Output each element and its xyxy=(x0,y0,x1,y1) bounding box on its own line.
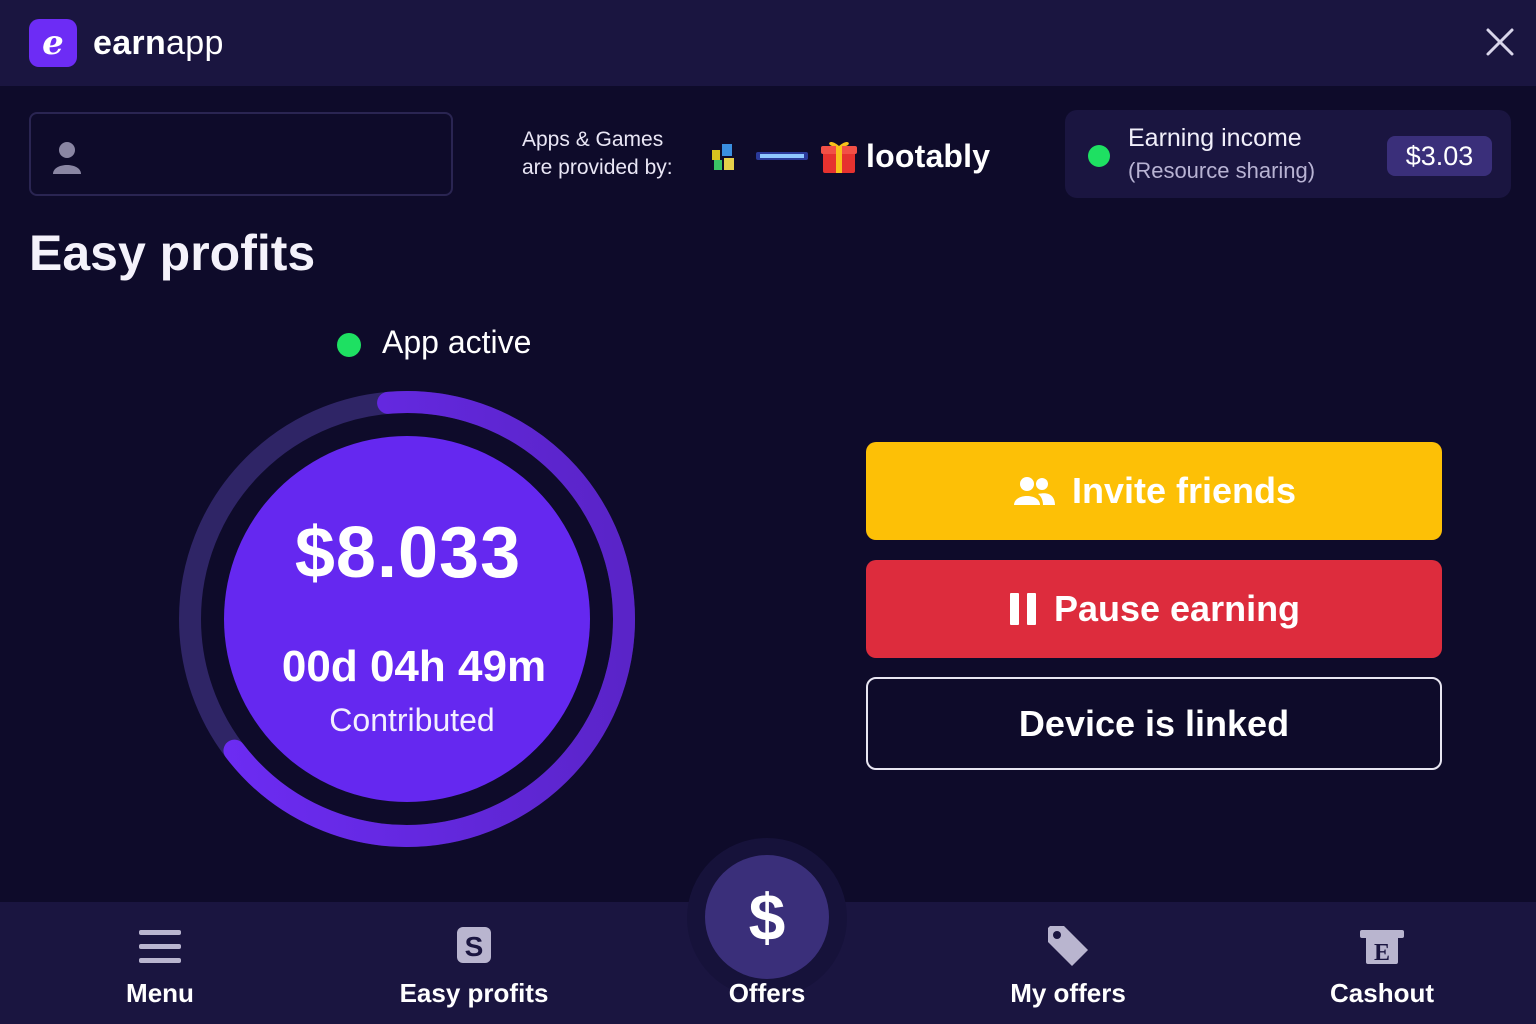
nav-my-offers-label: My offers xyxy=(1010,978,1126,1008)
app-active-label: App active xyxy=(382,324,532,360)
earning-amount-badge: $3.03 xyxy=(1387,136,1492,176)
users-icon xyxy=(1012,475,1056,507)
user-profile-box[interactable] xyxy=(29,112,453,196)
cashout-icon: E xyxy=(1360,930,1404,966)
providers-label-line1: Apps & Games xyxy=(522,128,664,151)
contributed-time: 00d 04h 49m xyxy=(281,642,547,691)
logo-letter: e xyxy=(42,23,64,63)
provider-logo-icon xyxy=(712,144,734,170)
top-bar: e earnapp xyxy=(0,0,1536,86)
nav-easy-profits-label: Easy profits xyxy=(399,978,549,1008)
nav-easy-profits[interactable]: S Easy profits xyxy=(374,902,574,1024)
menu-icon xyxy=(139,930,181,963)
app-active-dot xyxy=(337,333,361,357)
nav-menu-label: Menu xyxy=(126,978,194,1008)
gift-icon xyxy=(821,141,857,173)
contributed-caption: Contributed xyxy=(329,702,495,738)
ring-inner-disc xyxy=(224,436,590,802)
svg-text:E: E xyxy=(1374,940,1390,966)
tag-icon xyxy=(1048,926,1088,966)
dollar-icon: $ xyxy=(748,880,786,954)
nav-cashout-label: Cashout xyxy=(1330,978,1434,1008)
pause-earning-label: Pause earning xyxy=(1053,588,1301,629)
nav-offers-label: Offers xyxy=(728,978,806,1008)
nav-cashout[interactable]: E Cashout xyxy=(1282,902,1482,1024)
brand-name: earnapp xyxy=(93,24,224,63)
easy-profits-icon: S xyxy=(457,927,491,963)
page-title: Easy profits xyxy=(29,225,316,281)
earning-subtitle: (Resource sharing) xyxy=(1128,158,1316,183)
providers-label: Apps & Games are provided by: xyxy=(522,126,702,182)
brand-name-part1: earn xyxy=(93,24,167,62)
nav-my-offers[interactable]: My offers xyxy=(968,902,1168,1024)
offers-button[interactable]: $ xyxy=(705,855,829,979)
close-button[interactable] xyxy=(1478,20,1522,64)
nav-menu[interactable]: Menu xyxy=(60,902,260,1024)
svg-text:S: S xyxy=(465,931,484,962)
device-linked-label: Device is linked xyxy=(1018,702,1290,744)
device-linked-button[interactable]: Device is linked xyxy=(866,677,1442,770)
user-icon xyxy=(53,142,81,174)
earning-status-dot xyxy=(1088,145,1110,167)
pause-earning-button[interactable]: Pause earning xyxy=(866,560,1442,658)
earnapp-logo-icon: e xyxy=(29,19,77,67)
contributed-amount: $8.033 xyxy=(294,513,522,593)
lootably-logo: lootably xyxy=(866,138,991,174)
invite-friends-label: Invite friends xyxy=(1071,470,1297,511)
earning-title: Earning income xyxy=(1128,124,1302,152)
pause-icon xyxy=(1008,592,1038,626)
provider-logo-2-icon xyxy=(756,152,808,160)
close-icon xyxy=(1486,28,1514,56)
earning-status-panel: Earning income (Resource sharing) $3.03 xyxy=(1065,110,1511,198)
invite-friends-button[interactable]: Invite friends xyxy=(866,442,1442,540)
brand-name-part2: app xyxy=(166,24,224,62)
providers-label-line2: are provided by: xyxy=(522,156,673,179)
earnings-progress-ring xyxy=(179,391,635,847)
